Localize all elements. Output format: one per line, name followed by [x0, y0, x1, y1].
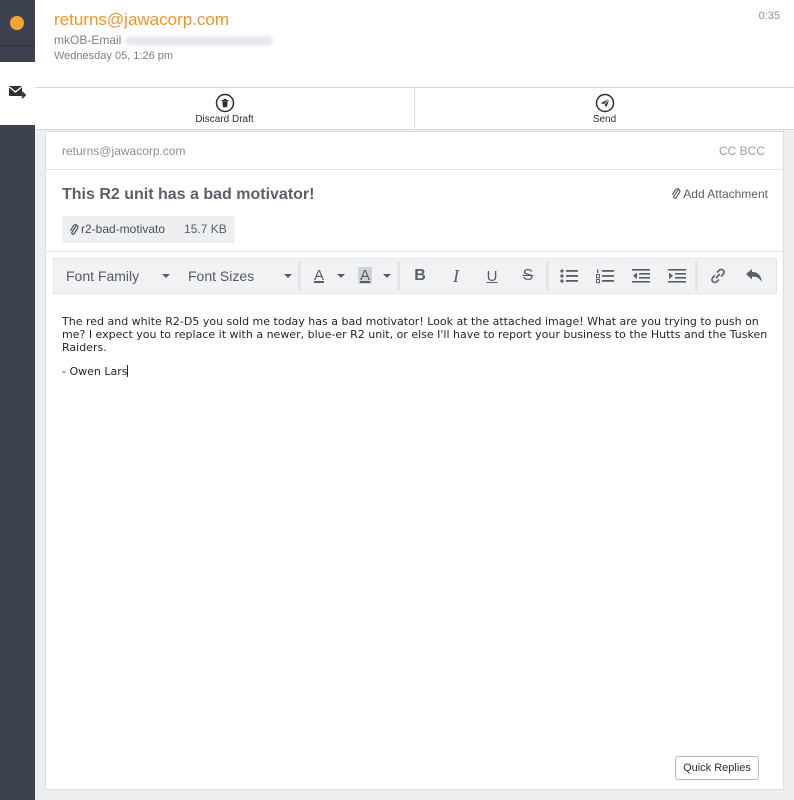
link-icon: [711, 268, 725, 284]
send-label: Send: [592, 114, 617, 125]
redacted-address: [125, 35, 274, 46]
bold-button[interactable]: B: [402, 261, 438, 291]
formatting-toolbar: Font Family Font Sizes A A B I U S: [53, 258, 777, 294]
body-paragraph: The red and white R2-D5 you sold me toda…: [62, 315, 768, 354]
attachment-size: 15.7 KB: [184, 222, 227, 236]
chevron-down-icon: [383, 274, 391, 278]
misc-group: [698, 261, 772, 291]
compose-panel: returns@jawacorp.com CC BCC This R2 unit…: [45, 131, 784, 790]
font-sizes-label: Font Sizes: [188, 268, 255, 284]
paperclip-icon: [672, 188, 681, 199]
insert-link-button[interactable]: [700, 261, 736, 291]
send-button[interactable]: Send: [414, 88, 794, 129]
email-compose-app: returns@jawacorp.com mkOB-Email Wednesda…: [0, 0, 794, 800]
indent-icon: [668, 269, 686, 283]
elapsed-time: 0:35: [758, 10, 780, 22]
body-signature: - Owen Lars: [62, 365, 128, 378]
highlight-color-icon: A: [358, 267, 373, 284]
style-group: B I U S: [400, 261, 546, 291]
chevron-down-icon: [284, 274, 292, 278]
highlight-color-button[interactable]: A: [351, 261, 397, 291]
account-label: mkOB-Email: [54, 33, 122, 47]
cc-bcc-toggle[interactable]: CC BCC: [719, 144, 765, 158]
rail-tab-compose[interactable]: [0, 62, 35, 125]
undo-icon: [746, 269, 762, 282]
message-date: Wednesday 05, 1:26 pm: [54, 50, 174, 62]
body-signature-line: - Owen Lars: [62, 365, 774, 378]
font-family-label: Font Family: [66, 268, 140, 284]
paperclip-icon: [70, 224, 79, 235]
chevron-down-icon: [337, 274, 345, 278]
quick-replies-button[interactable]: Quick Replies: [675, 756, 759, 780]
undo-button[interactable]: [736, 261, 772, 291]
send-icon: [595, 93, 614, 113]
message-body[interactable]: The red and white R2-D5 you sold me toda…: [62, 315, 774, 389]
strikethrough-icon: S: [522, 267, 534, 284]
compose-mail-icon: [9, 86, 26, 99]
discard-draft-button[interactable]: Discard Draft: [35, 88, 414, 129]
outdent-icon: [632, 269, 650, 283]
add-attachment-button[interactable]: Add Attachment: [671, 187, 768, 201]
from-email: returns@jawacorp.com: [54, 10, 230, 29]
recipient-row: returns@jawacorp.com CC BCC: [46, 132, 783, 170]
outdent-button[interactable]: [623, 261, 659, 291]
font-group: Font Family Font Sizes: [54, 261, 298, 291]
discard-draft-label: Discard Draft: [195, 114, 254, 125]
chevron-down-icon: [162, 274, 170, 278]
add-attachment-label: Add Attachment: [683, 187, 768, 201]
list-group: [549, 261, 695, 291]
indent-button[interactable]: [659, 261, 695, 291]
subject-field[interactable]: This R2 unit has a bad motivator!: [62, 186, 314, 204]
italic-button[interactable]: I: [438, 261, 474, 291]
rail-status-area: [0, 0, 35, 46]
status-dot-icon[interactable]: [10, 16, 24, 30]
text-color-button[interactable]: A: [305, 261, 351, 291]
bulleted-list-button[interactable]: [551, 261, 587, 291]
account-line: mkOB-Email: [54, 33, 274, 47]
text-color-icon: A: [314, 267, 325, 284]
font-family-dropdown[interactable]: Font Family: [54, 261, 176, 291]
left-rail: [0, 0, 35, 800]
bulleted-list-icon: [560, 269, 578, 283]
color-group: A A: [301, 261, 397, 291]
italic-icon: I: [453, 265, 459, 286]
strikethrough-button[interactable]: S: [510, 261, 546, 291]
action-bar: Discard Draft Send: [35, 88, 794, 130]
underline-button[interactable]: U: [474, 261, 510, 291]
numbered-list-icon: [596, 269, 614, 284]
attachment-name: r2-bad-motivato: [81, 222, 166, 236]
font-sizes-dropdown[interactable]: Font Sizes: [176, 261, 298, 291]
recipient-field[interactable]: returns@jawacorp.com: [62, 144, 186, 158]
message-header: returns@jawacorp.com mkOB-Email Wednesda…: [35, 0, 794, 88]
numbered-list-button[interactable]: [587, 261, 623, 291]
trash-icon: [215, 93, 234, 113]
bold-icon: B: [414, 267, 426, 284]
divider: [46, 251, 783, 252]
attachment-chip[interactable]: r2-bad-motivato 15.7 KB: [62, 216, 235, 243]
underline-icon: U: [486, 267, 498, 285]
text-cursor: [127, 365, 129, 377]
